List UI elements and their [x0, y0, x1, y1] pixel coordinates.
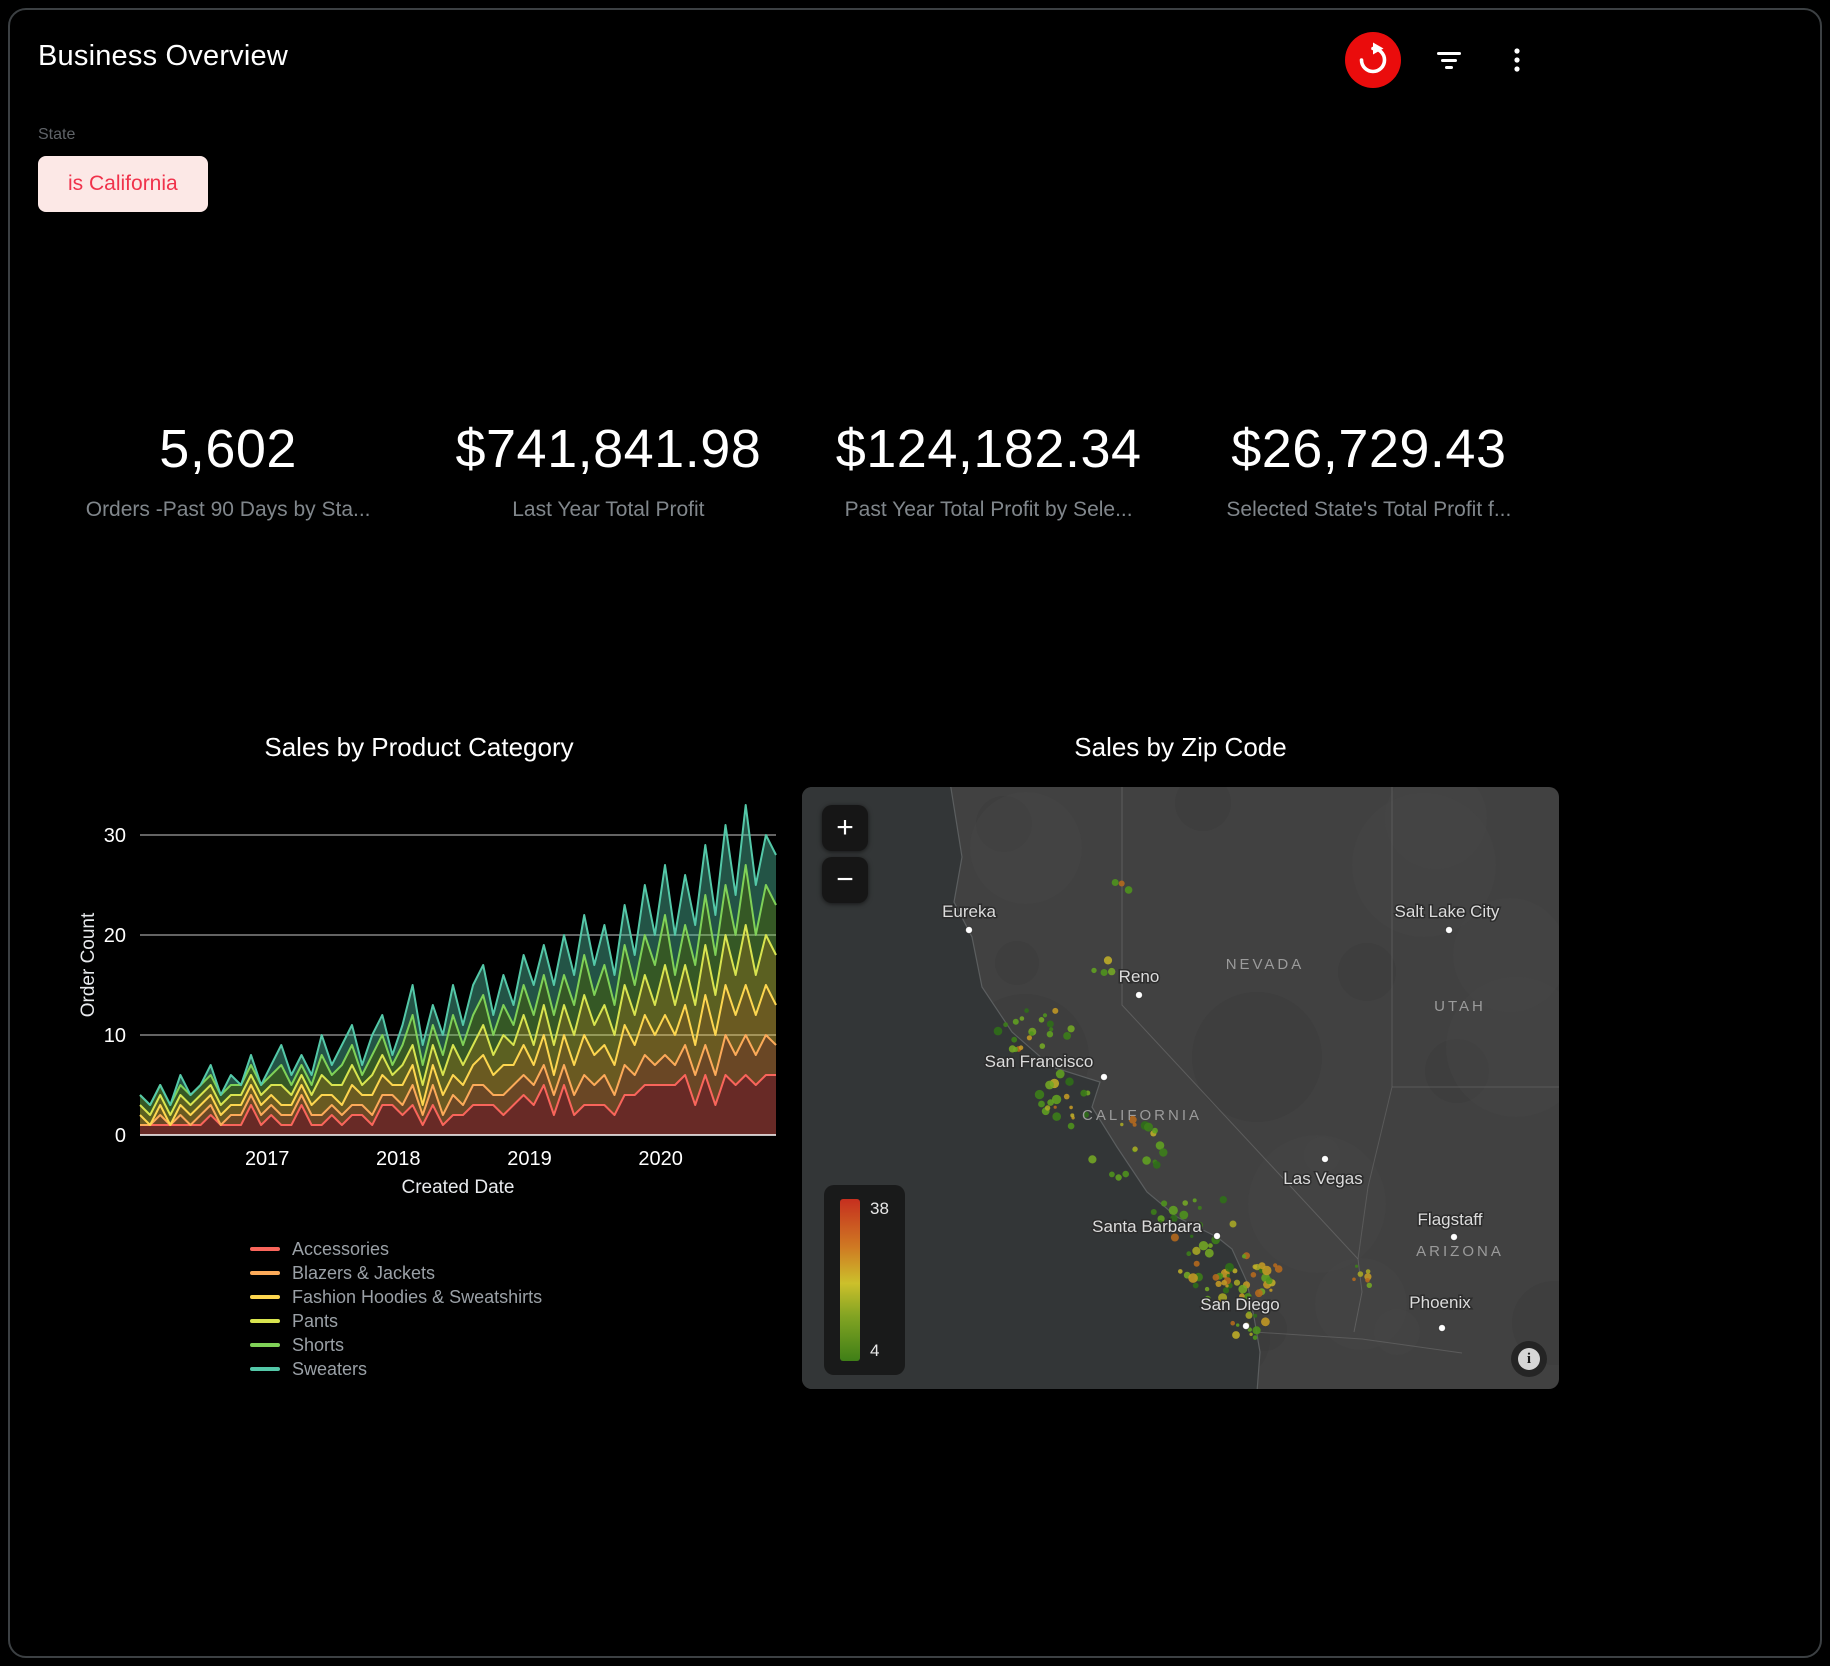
more-options-button[interactable]: [1497, 40, 1537, 80]
state-filter-chip[interactable]: is California: [38, 156, 208, 212]
kpi-label: Past Year Total Profit by Sele...: [799, 498, 1179, 522]
scorecard-last-year-profit: $741,841.98 Last Year Total Profit: [418, 418, 798, 522]
svg-text:Reno: Reno: [1119, 967, 1160, 986]
kpi-row: 5,602 Orders -Past 90 Days by Sta... $74…: [38, 418, 1559, 522]
legend-label: Accessories: [292, 1239, 389, 1260]
legend-item: Accessories: [250, 1237, 800, 1261]
map-svg: NEVADA UTAH CALIFORNIA ARIZONA Eureka Reno Sal…: [802, 787, 1559, 1389]
kpi-label: Selected State's Total Profit f...: [1179, 498, 1559, 522]
svg-text:ARIZONA: ARIZONA: [1416, 1243, 1504, 1260]
svg-text:0: 0: [115, 1125, 126, 1147]
more-vert-icon: [1497, 40, 1537, 80]
info-icon: i: [1518, 1348, 1540, 1370]
map-zoom-out-button[interactable]: −: [822, 857, 868, 903]
map-zoom-in-button[interactable]: +: [822, 805, 868, 851]
svg-text:Flagstaff: Flagstaff: [1418, 1210, 1483, 1229]
legend-swatch-icon: [250, 1319, 280, 1323]
legend-label: Fashion Hoodies & Sweatshirts: [292, 1287, 542, 1308]
kpi-value: 5,602: [38, 418, 418, 480]
map-info-button[interactable]: i: [1511, 1341, 1547, 1377]
map-zoom-controls: + −: [822, 805, 868, 903]
chart-title: Sales by Product Category: [38, 732, 800, 763]
zip-code-map[interactable]: NEVADA UTAH CALIFORNIA ARIZONA Eureka Reno Sal…: [802, 787, 1559, 1389]
svg-text:10: 10: [104, 1025, 126, 1047]
svg-text:2019: 2019: [507, 1148, 552, 1170]
scorecard-orders: 5,602 Orders -Past 90 Days by Sta...: [38, 418, 418, 522]
svg-text:Eureka: Eureka: [942, 902, 996, 921]
kpi-value: $26,729.43: [1179, 418, 1559, 480]
svg-text:Phoenix: Phoenix: [1409, 1293, 1471, 1312]
filter-button[interactable]: [1429, 40, 1469, 80]
legend-swatch-icon: [250, 1295, 280, 1299]
svg-text:Order Count: Order Count: [78, 912, 99, 1017]
filter-list-icon: [1429, 40, 1469, 80]
legend-scale-labels: 38 4: [870, 1199, 889, 1361]
legend-item: Fashion Hoodies & Sweatshirts: [250, 1285, 800, 1309]
map-color-legend: 38 4: [824, 1185, 905, 1375]
kpi-label: Orders -Past 90 Days by Sta...: [38, 498, 418, 522]
legend-swatch-icon: [250, 1367, 280, 1371]
svg-text:CALIFORNIA: CALIFORNIA: [1082, 1107, 1202, 1124]
scorecard-selected-state-profit: $26,729.43 Selected State's Total Profit…: [1179, 418, 1559, 522]
legend-label: Sweaters: [292, 1359, 367, 1380]
legend-label: Blazers & Jackets: [292, 1263, 435, 1284]
header-actions: [1345, 32, 1559, 88]
legend-label: Pants: [292, 1311, 338, 1332]
dashboard-frame: Business Overview: [8, 8, 1822, 1658]
legend-item: Blazers & Jackets: [250, 1261, 800, 1285]
category-area-chart[interactable]: 0 10 20 30 2017 2018 2019 2020 Order Count: [78, 787, 778, 1177]
x-axis-title: Created Date: [140, 1177, 776, 1199]
svg-text:2020: 2020: [638, 1148, 683, 1170]
svg-text:San Diego: San Diego: [1200, 1295, 1279, 1314]
refresh-icon: [1345, 32, 1401, 88]
svg-text:Salt Lake City: Salt Lake City: [1395, 902, 1500, 921]
kpi-value: $124,182.34: [799, 418, 1179, 480]
map-chart-panel: Sales by Zip Code NEVADA UTAH CALIFORNIA AR…: [802, 732, 1559, 1389]
scorecard-past-year-profit: $124,182.34 Past Year Total Profit by Se…: [799, 418, 1179, 522]
svg-text:20: 20: [104, 925, 126, 947]
svg-text:2017: 2017: [245, 1148, 290, 1170]
kpi-value: $741,841.98: [418, 418, 798, 480]
legend-gradient-bar: [840, 1199, 860, 1361]
legend-item: Sweaters: [250, 1357, 800, 1381]
kpi-label: Last Year Total Profit: [418, 498, 798, 522]
svg-text:San Francisco: San Francisco: [985, 1052, 1094, 1071]
chart-title: Sales by Zip Code: [802, 732, 1559, 763]
header: Business Overview: [38, 32, 1559, 88]
legend-item: Shorts: [250, 1333, 800, 1357]
svg-text:NEVADA: NEVADA: [1226, 956, 1305, 973]
chart-legend: Accessories Blazers & Jackets Fashion Hood…: [250, 1237, 800, 1381]
legend-item: Pants: [250, 1309, 800, 1333]
legend-swatch-icon: [250, 1271, 280, 1275]
legend-min: 4: [870, 1341, 889, 1361]
legend-swatch-icon: [250, 1343, 280, 1347]
svg-text:Las Vegas: Las Vegas: [1283, 1169, 1362, 1188]
svg-text:Santa Barbara: Santa Barbara: [1092, 1217, 1202, 1236]
page-title: Business Overview: [38, 40, 288, 73]
legend-label: Shorts: [292, 1335, 344, 1356]
svg-text:UTAH: UTAH: [1434, 998, 1486, 1015]
dashboard-content: Business Overview: [38, 10, 1559, 1656]
area-chart-svg: 0 10 20 30 2017 2018 2019 2020 Order Count: [78, 787, 778, 1172]
svg-text:30: 30: [104, 825, 126, 847]
filter-field-label: State: [38, 126, 75, 144]
svg-text:2018: 2018: [376, 1148, 421, 1170]
refresh-button[interactable]: [1345, 32, 1401, 88]
legend-max: 38: [870, 1199, 889, 1219]
legend-swatch-icon: [250, 1247, 280, 1251]
category-chart-panel: Sales by Product Category 0 10 20 30 2017 201…: [38, 732, 800, 1381]
